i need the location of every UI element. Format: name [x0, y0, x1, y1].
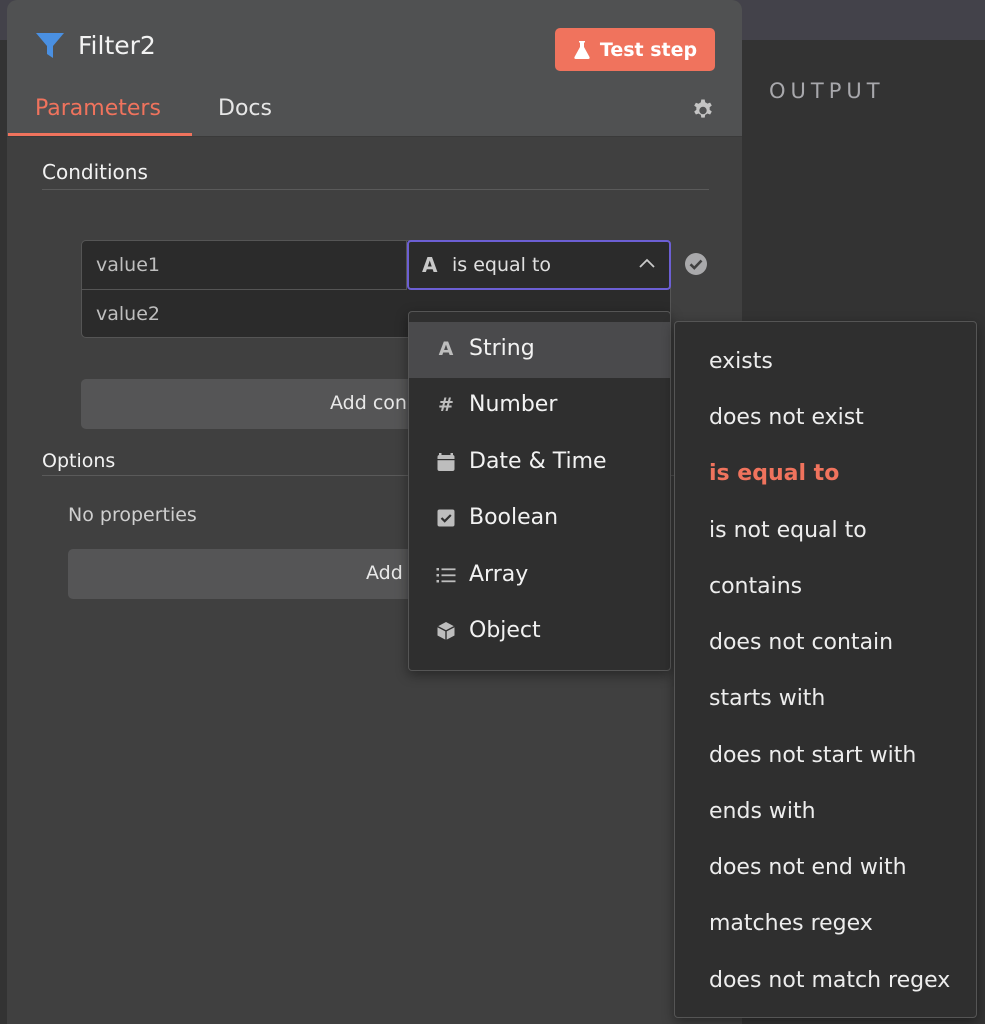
add-condition-label: Add con	[330, 392, 407, 414]
operator-option-does-not-end-with[interactable]: does not end with	[709, 855, 907, 880]
operator-option-does-not-match-regex[interactable]: does not match regex	[709, 968, 950, 993]
number-icon: #	[438, 394, 454, 416]
operator-option-does-not-contain[interactable]: does not contain	[709, 630, 893, 655]
type-dropdown-menu: A String # Number Date & Time Boolean Ar…	[408, 311, 671, 671]
options-title: Options	[42, 450, 116, 472]
add-option-label: Add	[366, 562, 403, 584]
node-title[interactable]: Filter2	[78, 31, 156, 60]
tab-parameters[interactable]: Parameters	[35, 96, 161, 121]
panel-header: Filter2 Test step Parameters Docs	[7, 0, 742, 137]
value2-placeholder: value2	[96, 303, 160, 325]
operator-option-ends-with[interactable]: ends with	[709, 799, 816, 824]
type-option-label: Object	[469, 618, 541, 643]
operator-option-starts-with[interactable]: starts with	[709, 686, 825, 711]
operator-option-exists[interactable]: exists	[709, 349, 773, 374]
operator-option-is-equal-to[interactable]: is equal to	[709, 461, 839, 486]
no-properties-text: No properties	[68, 504, 197, 526]
type-option-label: Date & Time	[469, 449, 607, 474]
operator-select[interactable]: A is equal to	[407, 240, 671, 290]
calendar-icon	[437, 453, 455, 471]
value1-input[interactable]: value1	[82, 241, 407, 290]
string-icon: A	[438, 338, 454, 360]
string-type-icon: A	[422, 253, 438, 277]
conditions-title: Conditions	[42, 160, 148, 184]
chevron-up-icon	[639, 258, 655, 268]
type-option-string[interactable]: A String	[409, 322, 670, 378]
checkbox-icon	[437, 509, 455, 527]
operator-option-is-not-equal-to[interactable]: is not equal to	[709, 518, 867, 543]
filter-icon	[36, 33, 64, 58]
operator-selected-value: is equal to	[452, 254, 552, 276]
test-step-button[interactable]: Test step	[555, 28, 715, 71]
operator-option-matches-regex[interactable]: matches regex	[709, 911, 873, 936]
operator-option-does-not-exist[interactable]: does not exist	[709, 405, 864, 430]
gear-icon[interactable]	[691, 98, 715, 122]
type-option-label: String	[469, 336, 535, 361]
check-circle-icon	[685, 253, 707, 275]
type-option-number[interactable]: # Number	[409, 378, 670, 434]
type-option-date-time[interactable]: Date & Time	[409, 435, 670, 491]
type-option-boolean[interactable]: Boolean	[409, 491, 670, 547]
tab-docs[interactable]: Docs	[218, 96, 272, 121]
operator-option-contains[interactable]: contains	[709, 574, 802, 599]
operator-dropdown-menu: exists does not exist is equal to is not…	[674, 321, 977, 1018]
operator-option-does-not-start-with[interactable]: does not start with	[709, 743, 916, 768]
type-option-array[interactable]: Array	[409, 548, 670, 604]
value1-placeholder: value1	[96, 254, 160, 276]
type-option-label: Number	[469, 392, 558, 417]
flask-icon	[574, 40, 590, 59]
type-option-object[interactable]: Object	[409, 604, 670, 660]
conditions-divider	[42, 189, 709, 190]
list-icon	[436, 568, 456, 583]
type-option-label: Array	[469, 562, 529, 587]
test-step-label: Test step	[599, 38, 698, 61]
output-label: OUTPUT	[769, 79, 885, 103]
type-option-label: Boolean	[469, 505, 559, 530]
active-tab-indicator	[8, 133, 192, 136]
cube-icon	[437, 622, 455, 640]
